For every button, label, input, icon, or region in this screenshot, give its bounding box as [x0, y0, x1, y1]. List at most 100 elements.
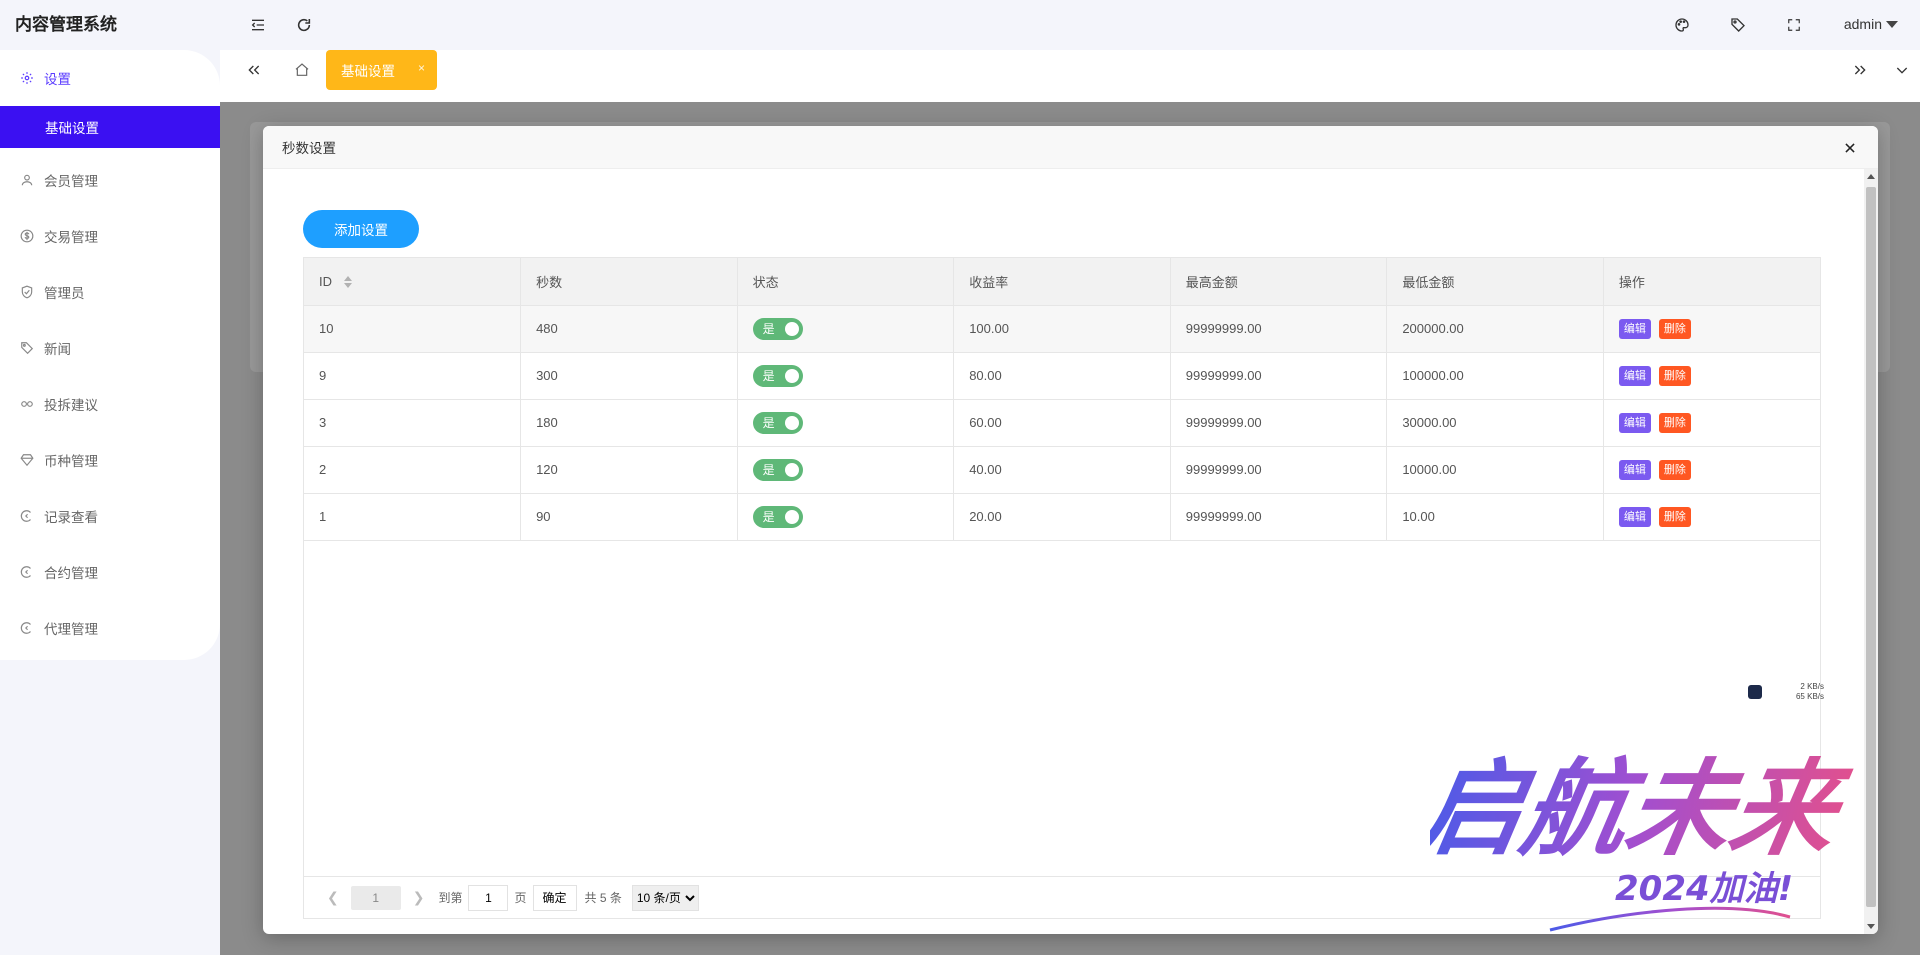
sidebar-menu: 设置 基础设置 会员管理 交易管理 管理员 新闻 投拆建议 币种管理 记录查看 …: [0, 50, 220, 660]
sort-icon[interactable]: [343, 276, 352, 289]
caret-down-icon[interactable]: [1886, 21, 1898, 28]
sidebar-item-label: 代理管理: [44, 622, 98, 637]
page-unit-label: 页: [514, 891, 527, 905]
sidebar-item-label: 记录查看: [44, 510, 98, 525]
sidebar-item-members[interactable]: 会员管理: [0, 152, 220, 208]
status-toggle[interactable]: 是: [752, 364, 803, 387]
cell-id: 2: [304, 446, 522, 494]
edit-button[interactable]: 编辑: [1618, 365, 1651, 386]
sidebar-item-label: 投拆建议: [44, 398, 98, 413]
refresh-icon[interactable]: [294, 15, 314, 35]
column-header-seconds: 秒数: [520, 258, 738, 306]
chevrons-right-icon[interactable]: [1850, 60, 1870, 80]
palette-icon[interactable]: [1672, 15, 1692, 35]
add-setting-button[interactable]: 添加设置: [303, 210, 419, 248]
cell-rate: 100.00: [953, 305, 1171, 353]
cell-seconds: 480: [520, 305, 738, 353]
sidebar-item-label: 币种管理: [44, 454, 98, 469]
cell-min-amount: 200000.00: [1386, 305, 1604, 353]
close-icon[interactable]: [1840, 138, 1860, 158]
diamond-icon: [20, 453, 34, 467]
user-menu[interactable]: admin: [1844, 16, 1882, 32]
next-page-icon[interactable]: ❯: [413, 889, 425, 906]
user-icon: [20, 173, 34, 187]
edit-button[interactable]: 编辑: [1618, 412, 1651, 433]
chevron-down-icon[interactable]: [1892, 60, 1912, 80]
sidebar-item-label: 新闻: [44, 342, 71, 357]
watermark-logo: 启航未来 2024加油!: [1430, 748, 1858, 932]
chevron-circle-icon: [20, 509, 34, 523]
column-header-status: 状态: [737, 258, 955, 306]
status-toggle[interactable]: 是: [752, 505, 803, 528]
tab-basic-settings[interactable]: 基础设置 ×: [326, 50, 437, 90]
chevron-circle-icon: [20, 621, 34, 635]
sidebar-item-settings[interactable]: 设置: [0, 50, 220, 106]
sidebar-item-trades[interactable]: 交易管理: [0, 208, 220, 264]
fullscreen-icon[interactable]: [1784, 15, 1804, 35]
column-header-max-amount: 最高金额: [1170, 258, 1388, 306]
cell-rate: 80.00: [953, 352, 1171, 400]
chevron-circle-icon: [20, 565, 34, 579]
goto-confirm-button[interactable]: 确定: [532, 884, 577, 911]
delete-button[interactable]: 删除: [1658, 365, 1691, 386]
gear-icon: [20, 71, 34, 85]
tab-close-icon[interactable]: ×: [418, 61, 425, 75]
delete-button[interactable]: 删除: [1658, 506, 1691, 527]
status-toggle[interactable]: 是: [752, 317, 803, 340]
table-header-row: ID 秒数 状态 收益率 最高金额 最低金额 操作: [304, 258, 1820, 306]
delete-button[interactable]: 删除: [1658, 412, 1691, 433]
dollar-icon: [20, 229, 34, 243]
goto-page-input[interactable]: [468, 884, 509, 911]
chevrons-left-icon[interactable]: [244, 60, 264, 80]
cell-id: 9: [304, 352, 522, 400]
sidebar-item-suggestions[interactable]: 投拆建议: [0, 376, 220, 432]
column-header-rate: 收益率: [953, 258, 1171, 306]
cell-rate: 60.00: [953, 399, 1171, 447]
watermark-sub-text: 2024加油!: [1615, 869, 1793, 909]
cell-id: 10: [304, 305, 522, 353]
menu-collapse-icon[interactable]: [248, 15, 268, 35]
edit-button[interactable]: 编辑: [1618, 459, 1651, 480]
status-toggle[interactable]: 是: [752, 458, 803, 481]
sidebar-subitem-basic-settings[interactable]: 基础设置: [0, 106, 220, 148]
cell-max-amount: 99999999.00: [1170, 352, 1388, 400]
column-header-id[interactable]: ID: [304, 258, 522, 306]
home-icon[interactable]: [292, 60, 312, 80]
cell-min-amount: 30000.00: [1386, 399, 1604, 447]
tag-icon[interactable]: [1728, 15, 1748, 35]
sidebar-item-contracts[interactable]: 合约管理: [0, 544, 220, 600]
column-header-actions: 操作: [1603, 258, 1820, 306]
scroll-up-icon[interactable]: [1867, 174, 1875, 179]
sidebar-item-label: 设置: [44, 72, 71, 87]
sidebar-item-agents[interactable]: 代理管理: [0, 600, 220, 656]
edit-button[interactable]: 编辑: [1618, 318, 1651, 339]
page-size-select[interactable]: 10 条/页20 条/页30 条/页40 条/页50 条/页: [631, 884, 699, 911]
edit-button[interactable]: 编辑: [1618, 506, 1651, 527]
cell-actions: 编辑 删除: [1603, 493, 1820, 541]
cell-max-amount: 99999999.00: [1170, 399, 1388, 447]
tab-label: 基础设置: [341, 64, 395, 79]
prev-page-icon[interactable]: ❮: [327, 889, 339, 906]
sidebar-item-records[interactable]: 记录查看: [0, 488, 220, 544]
table-row: 1 90 是 20.00 99999999.00 10.00 编辑 删除: [304, 493, 1820, 541]
column-header-min-amount: 最低金额: [1386, 258, 1604, 306]
cell-id: 3: [304, 399, 522, 447]
delete-button[interactable]: 删除: [1658, 318, 1691, 339]
cell-id: 1: [304, 493, 522, 541]
cell-seconds: 180: [520, 399, 738, 447]
cell-seconds: 120: [520, 446, 738, 494]
sidebar-item-currencies[interactable]: 币种管理: [0, 432, 220, 488]
status-toggle[interactable]: 是: [752, 411, 803, 434]
cell-rate: 40.00: [953, 446, 1171, 494]
app-title: 内容管理系统: [15, 15, 117, 34]
cell-actions: 编辑 删除: [1603, 305, 1820, 353]
sidebar-item-admins[interactable]: 管理员: [0, 264, 220, 320]
table-row: 3 180 是 60.00 99999999.00 30000.00 编辑 删除: [304, 399, 1820, 447]
cell-actions: 编辑 删除: [1603, 446, 1820, 494]
delete-button[interactable]: 删除: [1658, 459, 1691, 480]
cell-max-amount: 99999999.00: [1170, 446, 1388, 494]
tab-bar: 基础设置 ×: [220, 50, 1920, 102]
cell-min-amount: 10000.00: [1386, 446, 1604, 494]
sidebar-item-news[interactable]: 新闻: [0, 320, 220, 376]
cell-rate: 20.00: [953, 493, 1171, 541]
